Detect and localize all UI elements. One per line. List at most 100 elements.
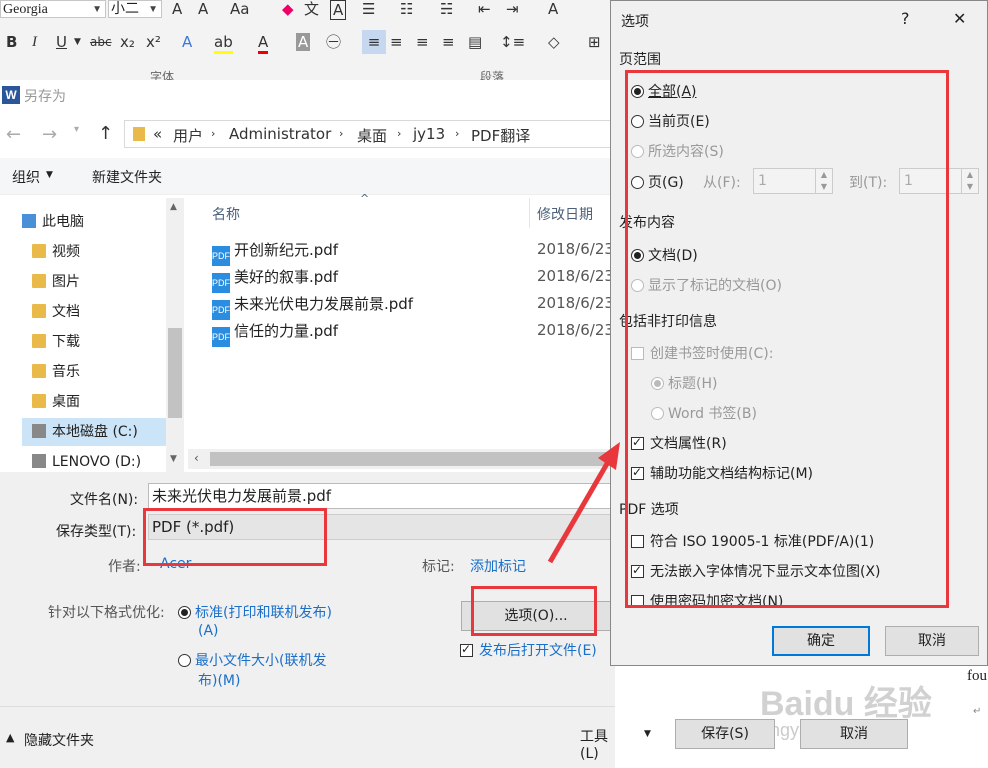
file-row[interactable]: PDF 开创新纪元.pdf — [212, 238, 338, 266]
distribute-icon[interactable]: ▤ — [468, 33, 482, 51]
chevron-right-icon[interactable]: › — [211, 127, 215, 140]
options-cancel-button[interactable]: 取消 — [885, 626, 979, 656]
breadcrumb-desktop[interactable]: 桌面 — [357, 125, 387, 146]
tree-scrollbar[interactable]: ▲ ▼ — [166, 198, 184, 472]
char-shading-icon[interactable]: A — [296, 33, 311, 51]
underline-dropdown-icon[interactable]: ▼ — [74, 33, 81, 51]
decrease-indent-icon[interactable]: ⇤ — [478, 0, 491, 18]
organize-button[interactable]: 组织 — [12, 167, 40, 187]
tree-item-documents[interactable]: 文档 — [32, 298, 80, 326]
option-label: 最小文件大小(联机发 — [195, 653, 327, 669]
enclose-char-icon[interactable]: ㊀ — [326, 33, 341, 51]
tree-item-pictures[interactable]: 图片 — [32, 268, 80, 296]
tree-item-videos[interactable]: 视频 — [32, 238, 80, 266]
dialog-toolbar: 组织 ▼ 新建文件夹 — [0, 158, 615, 195]
arrow-shaft — [547, 460, 611, 564]
font-color-icon[interactable]: A — [258, 33, 269, 54]
column-header-name[interactable]: 名称 — [212, 204, 240, 224]
align-left-icon[interactable]: ≡ — [362, 30, 386, 54]
option-label-cont: (A) — [198, 623, 219, 639]
close-icon[interactable]: ✕ — [953, 9, 966, 28]
justify-icon[interactable]: ≡ — [442, 33, 455, 51]
scroll-left-icon[interactable]: ‹ — [194, 451, 199, 465]
chevron-down-icon[interactable]: ▼ — [644, 729, 651, 739]
chevron-right-icon[interactable]: › — [339, 127, 343, 140]
scroll-down-icon[interactable]: ▼ — [170, 454, 177, 464]
chevron-down-icon[interactable]: ▼ — [46, 170, 53, 180]
grow-font-icon[interactable]: A — [172, 0, 182, 18]
help-icon[interactable]: ? — [901, 9, 910, 28]
italic-icon[interactable]: I — [32, 33, 37, 51]
back-arrow-icon[interactable]: ← — [6, 124, 21, 145]
tree-item-this-pc[interactable]: 此电脑 — [22, 208, 84, 236]
chevron-up-icon[interactable]: ▲ — [6, 731, 14, 744]
highlight-icon[interactable]: ab — [214, 33, 233, 54]
file-row[interactable]: PDF 未来光伏电力发展前景.pdf — [212, 292, 413, 320]
align-right-icon[interactable]: ≡ — [416, 33, 429, 51]
new-folder-button[interactable]: 新建文件夹 — [92, 167, 162, 187]
tree-item-downloads[interactable]: 下载 — [32, 328, 80, 356]
ok-button[interactable]: 确定 — [772, 626, 870, 656]
font-name-combo[interactable]: Georgia ▼ — [0, 0, 106, 18]
cancel-button[interactable]: 取消 — [800, 719, 908, 749]
tags-link[interactable]: 添加标记 — [470, 556, 526, 576]
text-effects-icon[interactable]: A — [182, 33, 192, 51]
chevron-down-icon[interactable]: ▼ — [92, 1, 102, 19]
file-date: 2018/6/23 — [537, 267, 614, 285]
open-after-publish-checkbox[interactable]: 发布后打开文件(E) — [460, 640, 597, 660]
filetype-label: 保存类型(T): — [56, 524, 137, 540]
increase-indent-icon[interactable]: ⇥ — [506, 0, 519, 18]
underline-icon[interactable]: U — [56, 33, 67, 51]
optimize-standard-radio[interactable]: 标准(打印和联机发布) — [178, 602, 332, 622]
line-spacing-icon[interactable]: ↕≡ — [500, 33, 525, 51]
superscript-icon[interactable]: x² — [146, 33, 161, 51]
breadcrumb-users[interactable]: 用户 — [173, 125, 203, 146]
numbering-icon[interactable]: ☷ — [400, 0, 413, 18]
up-arrow-icon[interactable]: ↑ — [98, 123, 113, 144]
breadcrumb-jy13[interactable]: jy13 — [413, 125, 445, 143]
breadcrumb-administrator[interactable]: Administrator — [229, 125, 331, 143]
tree-item-desktop[interactable]: 桌面 — [32, 388, 80, 416]
scrollbar-thumb[interactable] — [168, 328, 182, 418]
forward-arrow-icon[interactable]: → — [42, 124, 57, 145]
char-border-icon[interactable]: A — [330, 0, 347, 20]
strikethrough-icon[interactable]: abc — [90, 33, 112, 51]
chevron-right-icon[interactable]: › — [397, 127, 401, 140]
align-center-icon[interactable]: ≡ — [390, 33, 403, 51]
phonetic-icon[interactable]: 文 — [304, 0, 319, 18]
chevron-right-icon[interactable]: › — [455, 127, 459, 140]
breadcrumb-pdf-translate[interactable]: PDF翻译 — [471, 125, 530, 146]
change-case-icon[interactable]: Aa — [230, 0, 249, 18]
column-header-modified[interactable]: 修改日期 — [537, 204, 593, 224]
chevron-down-icon[interactable]: ▼ — [148, 1, 158, 19]
sort-up-icon: ^ — [360, 192, 370, 205]
clear-format-icon[interactable]: ◆ — [282, 0, 294, 18]
tree-label: 视频 — [52, 244, 80, 260]
optimize-label: 针对以下格式优化: — [48, 605, 165, 621]
tree-item-music[interactable]: 音乐 — [32, 358, 80, 386]
breadcrumb-overflow[interactable]: « — [153, 125, 162, 143]
radio-icon[interactable] — [178, 606, 191, 619]
bold-icon[interactable]: B — [6, 33, 17, 51]
file-row[interactable]: PDF 信任的力量.pdf — [212, 319, 338, 347]
font-size-combo[interactable]: 小二 ▼ — [108, 0, 162, 18]
recent-dropdown-icon[interactable]: ▾ — [74, 124, 79, 135]
file-row[interactable]: PDF 美好的叙事.pdf — [212, 265, 338, 293]
borders-icon[interactable]: ⊞ — [588, 33, 601, 51]
bullets-icon[interactable]: ☰ — [362, 0, 375, 18]
save-button[interactable]: 保存(S) — [675, 719, 775, 749]
tools-button[interactable]: 工具(L) — [580, 726, 615, 762]
tree-item-local-disk-c[interactable]: 本地磁盘 (C:) — [22, 418, 172, 446]
hide-folders-button[interactable]: 隐藏文件夹 — [24, 730, 94, 750]
scroll-up-icon[interactable]: ▲ — [170, 202, 177, 212]
checkbox-icon[interactable] — [460, 642, 473, 657]
shading-icon[interactable]: ◇ — [548, 33, 560, 51]
address-bar[interactable]: « 用户 › Administrator › 桌面 › jy13 › PDF翻译 — [124, 120, 619, 148]
optimize-minimum-radio[interactable]: 最小文件大小(联机发 — [178, 650, 326, 670]
radio-icon[interactable] — [178, 654, 191, 667]
shrink-font-icon[interactable]: A — [198, 0, 208, 18]
chinese-layout-icon[interactable]: A — [548, 0, 558, 18]
file-date: 2018/6/23 — [537, 240, 614, 258]
multilevel-icon[interactable]: ☵ — [440, 0, 453, 18]
subscript-icon[interactable]: x₂ — [120, 33, 135, 51]
